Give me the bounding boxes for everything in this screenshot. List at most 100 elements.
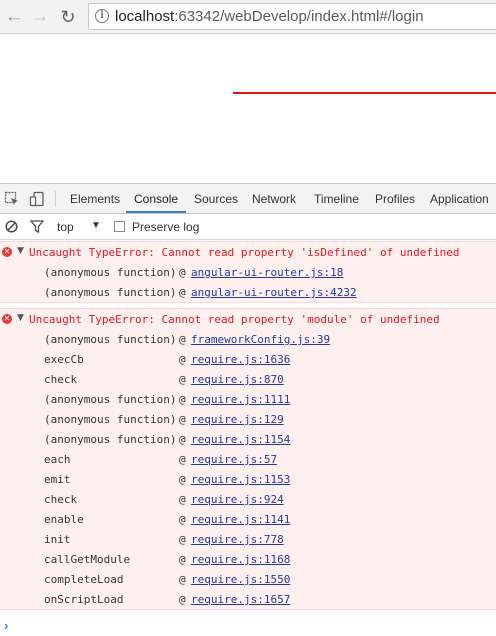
stack-frame-row: init @ require.js:778: [0, 529, 496, 549]
stack-at-symbol: @: [179, 266, 186, 279]
error-message-text: Uncaught TypeError: Cannot read property…: [29, 313, 440, 326]
source-link[interactable]: require.js:57: [191, 453, 277, 466]
tab-sources[interactable]: Sources: [194, 192, 238, 206]
tab-profiles[interactable]: Profiles: [375, 192, 415, 206]
filter-icon[interactable]: [30, 220, 44, 233]
source-link[interactable]: require.js:1153: [191, 473, 290, 486]
stack-at-symbol: @: [179, 473, 186, 486]
stack-frame-row: (anonymous function) @ angular-ui-router.j…: [0, 282, 496, 302]
stack-frame-row: each @ require.js:57: [0, 449, 496, 469]
source-link[interactable]: require.js:1657: [191, 593, 290, 606]
page-red-line: [233, 92, 496, 94]
stack-frame-row: check @ require.js:924: [0, 489, 496, 509]
stack-frame-row: enable @ require.js:1141: [0, 509, 496, 529]
context-selector[interactable]: top: [57, 220, 74, 234]
source-link[interactable]: require.js:1141: [191, 513, 290, 526]
page-viewport: [0, 34, 496, 183]
stack-at-symbol: @: [179, 433, 186, 446]
stack-at-symbol: @: [179, 593, 186, 606]
stack-frame-row: onScriptLoad @ require.js:1657: [0, 589, 496, 609]
console-toolbar: top ▼ Preserve log: [0, 214, 496, 240]
source-link[interactable]: require.js:778: [191, 533, 284, 546]
stack-at-symbol: @: [179, 286, 186, 299]
stack-function-name: (anonymous function): [44, 286, 177, 299]
stack-function-name: completeLoad: [44, 573, 124, 586]
expand-triangle-icon[interactable]: ▼: [17, 313, 24, 323]
toolbar-separator: [55, 191, 56, 207]
stack-at-symbol: @: [179, 573, 186, 586]
stack-function-name: (anonymous function): [44, 433, 177, 446]
stack-function-name: emit: [44, 473, 71, 486]
stack-at-symbol: @: [179, 533, 186, 546]
console-error-message: ✕ ▼ Uncaught TypeError: Cannot read proper…: [0, 241, 496, 303]
stack-at-symbol: @: [179, 373, 186, 386]
source-link[interactable]: require.js:924: [191, 493, 284, 506]
console-prompt[interactable]: ›: [0, 617, 496, 636]
stack-frame-row: (anonymous function) @ angular-ui-router.j…: [0, 262, 496, 282]
url-host: localhost: [115, 8, 175, 25]
devtools-tab-bar: Elements Console Sources Network Timelin…: [0, 184, 496, 214]
stack-frame-row: (anonymous function) @ require.js:1154: [0, 429, 496, 449]
stack-frame-row: check @ require.js:870: [0, 369, 496, 389]
stack-function-name: callGetModule: [44, 553, 131, 566]
tab-elements[interactable]: Elements: [70, 192, 120, 206]
stack-at-symbol: @: [179, 453, 186, 466]
active-tab-indicator: [126, 211, 186, 213]
stack-frame-row: (anonymous function) @ require.js:1111: [0, 389, 496, 409]
preserve-log-label: Preserve log: [132, 220, 200, 234]
stack-frame-row: callGetModule @ require.js:1168: [0, 549, 496, 569]
expand-triangle-icon[interactable]: ▼: [17, 246, 24, 256]
stack-at-symbol: @: [179, 333, 186, 346]
stack-function-name: each: [44, 453, 71, 466]
clear-console-icon[interactable]: [5, 220, 18, 233]
console-output: ✕ ▼ Uncaught TypeError: Cannot read proper…: [0, 241, 496, 610]
tab-application[interactable]: Application: [430, 192, 489, 206]
forward-arrow-icon[interactable]: →: [29, 6, 51, 28]
device-toolbar-icon[interactable]: [29, 191, 45, 207]
source-link[interactable]: require.js:1154: [191, 433, 290, 446]
error-header[interactable]: ✕ ▼ Uncaught TypeError: Cannot read proper…: [0, 309, 496, 329]
stack-at-symbol: @: [179, 553, 186, 566]
tab-network[interactable]: Network: [252, 192, 296, 206]
stack-function-name: onScriptLoad: [44, 593, 124, 606]
preserve-log-checkbox[interactable]: [114, 221, 125, 232]
prompt-chevron-icon: ›: [4, 618, 9, 633]
source-link[interactable]: require.js:1168: [191, 553, 290, 566]
stack-at-symbol: @: [179, 413, 186, 426]
stack-frame-row: execCb @ require.js:1636: [0, 349, 496, 369]
stack-function-name: init: [44, 533, 71, 546]
tab-console[interactable]: Console: [134, 192, 178, 206]
stack-function-name: (anonymous function): [44, 393, 177, 406]
source-link[interactable]: angular-ui-router.js:4232: [191, 286, 357, 299]
stack-function-name: check: [44, 373, 78, 386]
devtools-panel: Elements Console Sources Network Timelin…: [0, 183, 496, 636]
source-link[interactable]: require.js:1636: [191, 353, 290, 366]
source-link[interactable]: angular-ui-router.js:18: [191, 266, 343, 279]
inspect-element-icon[interactable]: [4, 191, 20, 207]
url-path: :63342/webDevelop/index.html#/login: [174, 8, 424, 25]
stack-frame-row: (anonymous function) @ require.js:129: [0, 409, 496, 429]
back-arrow-icon[interactable]: ←: [3, 6, 25, 28]
dropdown-arrow-icon[interactable]: ▼: [91, 220, 101, 231]
reload-icon[interactable]: ↻: [57, 6, 79, 28]
stack-frame-row: (anonymous function) @ frameworkConfig.js:…: [0, 329, 496, 349]
stack-at-symbol: @: [179, 353, 186, 366]
info-icon[interactable]: i: [95, 9, 109, 23]
url-text[interactable]: localhost:63342/webDevelop/index.html#/l…: [115, 8, 424, 25]
source-link[interactable]: require.js:129: [191, 413, 284, 426]
tab-timeline[interactable]: Timeline: [314, 192, 359, 206]
stack-at-symbol: @: [179, 513, 186, 526]
source-link[interactable]: frameworkConfig.js:39: [191, 333, 330, 346]
stack-frame-row: completeLoad @ require.js:1550: [0, 569, 496, 589]
error-header[interactable]: ✕ ▼ Uncaught TypeError: Cannot read proper…: [0, 242, 496, 262]
source-link[interactable]: require.js:870: [191, 373, 284, 386]
error-icon: ✕: [2, 314, 12, 324]
stack-function-name: enable: [44, 513, 84, 526]
address-bar[interactable]: i localhost:63342/webDevelop/index.html#…: [88, 3, 496, 30]
stack-function-name: (anonymous function): [44, 266, 177, 279]
source-link[interactable]: require.js:1111: [191, 393, 290, 406]
source-link[interactable]: require.js:1550: [191, 573, 290, 586]
stack-function-name: (anonymous function): [44, 413, 177, 426]
stack-function-name: check: [44, 493, 78, 506]
stack-at-symbol: @: [179, 493, 186, 506]
